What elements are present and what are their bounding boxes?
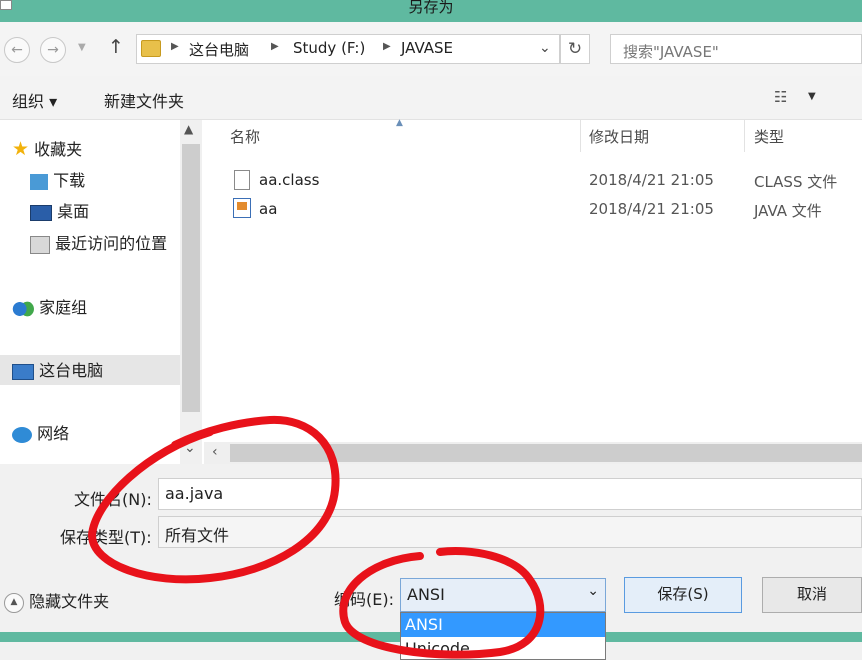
- annotation-circle-filename: [87, 415, 340, 584]
- annotation-circle-encoding: [339, 547, 545, 659]
- annotation-overlay: [87, 415, 545, 659]
